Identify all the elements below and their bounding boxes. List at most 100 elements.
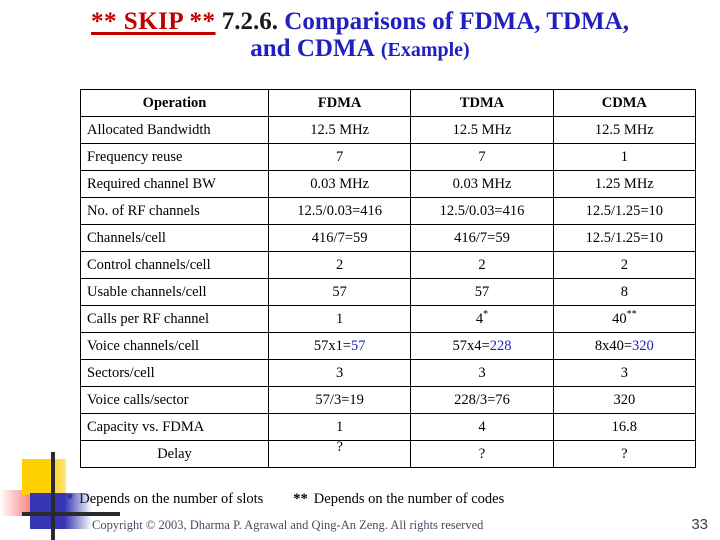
table-row: Sectors/cell 3 3 3 xyxy=(80,359,697,387)
cell-fdma: 416/7=59 xyxy=(267,224,412,252)
cell-fdma: 57/3=19 xyxy=(267,386,412,414)
cell-tdma: 0.03 MHz xyxy=(410,170,554,198)
cell-fdma: 0.03 MHz xyxy=(267,170,412,198)
title-main-line1: Comparisons of FDMA, TDMA, xyxy=(284,8,629,35)
cell-fdma: 57 xyxy=(267,278,412,306)
table-row: Usable channels/cell 57 57 8 xyxy=(80,278,697,306)
cell-tdma: 7 xyxy=(410,143,554,171)
table-row: Frequency reuse 7 7 1 xyxy=(80,143,697,171)
page-number: 33 xyxy=(691,516,708,533)
footnote-2-mark: ** xyxy=(293,491,308,507)
cell-fdma: 12.5/0.03=416 xyxy=(267,197,412,225)
title-line-1: ** SKIP ** 7.2.6. Comparisons of FDMA, T… xyxy=(0,8,720,35)
skip-marker: ** SKIP ** xyxy=(91,8,216,35)
table-row-highlight: Voice channels/cell 57x1=57 57x4=228 8x4… xyxy=(80,332,697,360)
row-label: Capacity vs. FDMA xyxy=(80,413,269,441)
table-row: Required channel BW 0.03 MHz 0.03 MHz 1.… xyxy=(80,170,697,198)
horizontal-rule xyxy=(22,512,120,516)
cell-fdma: 57x1=57 xyxy=(267,332,412,360)
cell-fdma: 2 xyxy=(267,251,412,279)
table-row: No. of RF channels 12.5/0.03=416 12.5/0.… xyxy=(80,197,697,225)
cell-tdma-result: 228 xyxy=(489,337,512,354)
cell-tdma: 12.5 MHz xyxy=(410,116,554,144)
cell-cdma: 40** xyxy=(552,305,697,333)
cell-fdma: 12.5 MHz xyxy=(267,116,412,144)
slide-title: ** SKIP ** 7.2.6. Comparisons of FDMA, T… xyxy=(0,0,720,62)
row-label: Frequency reuse xyxy=(80,143,269,171)
row-label: Voice channels/cell xyxy=(80,332,269,360)
row-label: Delay xyxy=(80,440,269,468)
cell-cdma: 16.8 xyxy=(552,413,697,441)
cell-cdma-result: 320 xyxy=(632,337,654,354)
cell-cdma: 8 xyxy=(552,278,697,306)
cell-cdma: 3 xyxy=(552,359,697,387)
cell-tdma: 57 xyxy=(410,278,554,306)
row-label: No. of RF channels xyxy=(80,197,269,225)
cell-cdma: 8x40=320 xyxy=(552,332,697,360)
cell-tdma: 3 xyxy=(410,359,554,387)
red-gradient-bar xyxy=(0,490,60,516)
comparison-table: Operation FDMA TDMA CDMA Allocated Bandw… xyxy=(80,89,697,468)
row-label: Channels/cell xyxy=(80,224,269,252)
cell-tdma: 57x4=228 xyxy=(410,332,554,360)
row-label: Required channel BW xyxy=(80,170,269,198)
cell-fdma-expression: 57x1= xyxy=(313,337,351,354)
footnote-mark-single: * xyxy=(483,308,489,320)
title-main-line2: and CDMA xyxy=(250,35,375,62)
cell-fdma: 1 xyxy=(267,305,412,333)
header-cdma: CDMA xyxy=(552,89,697,117)
cell-cdma: 1 xyxy=(552,143,697,171)
footnote-mark-double: ** xyxy=(626,308,637,320)
header-tdma: TDMA xyxy=(410,89,554,117)
table-header-row: Operation FDMA TDMA CDMA xyxy=(80,89,697,117)
cell-cdma: 12.5/1.25=10 xyxy=(552,197,697,225)
cell-cdma: 1.25 MHz xyxy=(552,170,697,198)
footnotes: * Depends on the number of slots ** Depends… xyxy=(66,491,706,508)
table-row: Allocated Bandwidth 12.5 MHz 12.5 MHz 12… xyxy=(80,116,697,144)
cell-cdma: 12.5/1.25=10 xyxy=(552,224,697,252)
row-label: Usable channels/cell xyxy=(80,278,269,306)
cell-cdma-value: 40 xyxy=(612,310,627,327)
cell-tdma: 416/7=59 xyxy=(410,224,554,252)
cell-tdma-expression: 57x4= xyxy=(452,337,490,354)
cell-cdma: ? xyxy=(552,440,697,468)
vertical-rule xyxy=(51,452,55,540)
cell-fdma: ? xyxy=(267,440,412,468)
cell-fdma-value: ? xyxy=(336,440,343,455)
cell-fdma: 1 xyxy=(267,413,412,441)
cell-tdma: 4 xyxy=(410,413,554,441)
section-number: 7.2.6. xyxy=(221,8,279,35)
table-row: Channels/cell 416/7=59 416/7=59 12.5/1.2… xyxy=(80,224,697,252)
copyright-text: Copyright © 2003, Dharma P. Agrawal and … xyxy=(92,518,484,532)
footnote-1-mark: * xyxy=(66,491,74,507)
cell-fdma: 7 xyxy=(267,143,412,171)
table-row: Delay ? ? ? xyxy=(80,440,697,468)
cell-cdma: 2 xyxy=(552,251,697,279)
cell-fdma: 3 xyxy=(267,359,412,387)
header-fdma: FDMA xyxy=(267,89,412,117)
cell-tdma: 4* xyxy=(410,305,554,333)
table-row: Calls per RF channel 1 4* 40** xyxy=(80,305,697,333)
footnote-2-text: Depends on the number of codes xyxy=(313,491,505,507)
row-label: Control channels/cell xyxy=(80,251,269,279)
yellow-square xyxy=(22,459,66,495)
row-label: Calls per RF channel xyxy=(80,305,269,333)
cell-cdma: 12.5 MHz xyxy=(552,116,697,144)
cell-tdma: 228/3=76 xyxy=(410,386,554,414)
footnote-1-text: Depends on the number of slots xyxy=(79,491,264,507)
row-label: Voice calls/sector xyxy=(80,386,269,414)
title-line-2: and CDMA (Example) xyxy=(0,35,720,62)
title-example-suffix: (Example) xyxy=(380,39,470,61)
cell-fdma-result: 57 xyxy=(351,337,366,354)
header-operation: Operation xyxy=(80,89,269,117)
row-label: Allocated Bandwidth xyxy=(80,116,269,144)
cell-cdma: 320 xyxy=(552,386,697,414)
cell-cdma-expression: 8x40= xyxy=(594,337,633,354)
table-row: Voice calls/sector 57/3=19 228/3=76 320 xyxy=(80,386,697,414)
row-label: Sectors/cell xyxy=(80,359,269,387)
comparison-table-container: Operation FDMA TDMA CDMA Allocated Bandw… xyxy=(80,89,697,468)
cell-tdma: 2 xyxy=(410,251,554,279)
cell-tdma: ? xyxy=(410,440,554,468)
cell-tdma: 12.5/0.03=416 xyxy=(410,197,554,225)
table-row: Capacity vs. FDMA 1 4 16.8 xyxy=(80,413,697,441)
